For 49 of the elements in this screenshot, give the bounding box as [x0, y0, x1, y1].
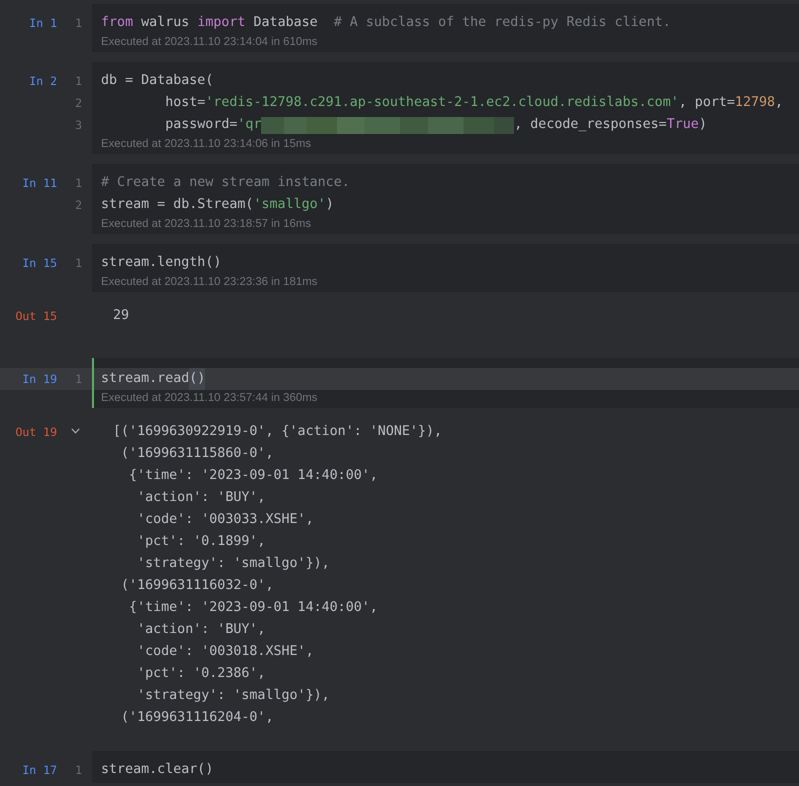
- output-line: [('1699630922919-0', {'action': 'NONE'}),: [113, 423, 442, 441]
- code-line: # Create a new stream instance.: [101, 174, 350, 192]
- code-cell[interactable]: [92, 62, 799, 154]
- execution-info: Executed at 2023.11.10 23:18:57 in 16ms: [101, 217, 312, 232]
- output-line: 'pct': '0.2386',: [137, 665, 266, 683]
- code-line: stream.clear(): [101, 761, 214, 779]
- output-line: {'time': '2023-09-01 14:40:00',: [129, 599, 378, 617]
- output-prompt: Out 15: [15, 308, 57, 325]
- output-line: ('1699631115860-0',: [121, 445, 274, 463]
- line-number: 2: [75, 95, 82, 112]
- output-line: 'strategy': 'smallgo'}),: [137, 687, 330, 705]
- input-prompt: In 1: [29, 15, 57, 32]
- line-number: 2: [75, 197, 82, 214]
- input-prompt: In 19: [22, 371, 57, 388]
- code-cell[interactable]: [92, 358, 799, 408]
- execution-info: Executed at 2023.11.10 23:23:36 in 181ms: [101, 275, 318, 290]
- code-line: stream = db.Stream('smallgo'): [101, 196, 334, 214]
- code-line: stream.read(): [101, 368, 206, 390]
- code-line: db = Database(: [101, 72, 214, 90]
- line-number: 1: [75, 15, 82, 32]
- code-line: stream.length(): [101, 254, 222, 272]
- output-prompt: Out 19: [15, 424, 57, 441]
- output-line: 'action': 'BUY',: [137, 489, 266, 507]
- output-line: 'code': '003033.XSHE',: [137, 511, 314, 529]
- input-prompt: In 15: [22, 255, 57, 272]
- input-prompt: In 17: [22, 762, 57, 779]
- execution-info: Executed at 2023.11.10 23:14:06 in 15ms: [101, 137, 312, 152]
- output-line: ('1699631116032-0',: [121, 577, 274, 595]
- line-number: 1: [75, 175, 82, 192]
- chevron-down-icon[interactable]: [71, 428, 80, 434]
- code-line: host='redis-12798.c291.ap-southeast-2-1.ec2.cloud.redislabs.com', port=12798,: [165, 94, 784, 112]
- execution-info: Executed at 2023.11.10 23:57:44 in 360ms: [101, 391, 318, 406]
- output-line: 'action': 'BUY',: [137, 621, 266, 639]
- output-line: {'time': '2023-09-01 14:40:00',: [129, 467, 378, 485]
- output-line: 'code': '003018.XSHE',: [137, 643, 314, 661]
- input-prompt: In 11: [22, 175, 57, 192]
- line-number: 1: [75, 73, 82, 90]
- output-line: 'strategy': 'smallgo'}),: [137, 555, 330, 573]
- execution-info: Executed at 2023.11.10 23:14:04 in 610ms: [101, 35, 318, 50]
- output-line: 29: [113, 307, 130, 325]
- input-prompt: In 2: [29, 73, 57, 90]
- code-text: , decode_responses=True): [514, 116, 707, 134]
- output-line: 'pct': '0.1899',: [137, 533, 266, 551]
- line-number: 1: [75, 255, 82, 272]
- line-number: 1: [75, 762, 82, 779]
- output-line: ('1699631116204-0',: [121, 709, 274, 727]
- code-line: from walrus import Database # A subclass of the redis-py Redis client.: [101, 14, 671, 32]
- code-text: password='qr: [165, 116, 262, 134]
- line-number: 3: [75, 117, 82, 134]
